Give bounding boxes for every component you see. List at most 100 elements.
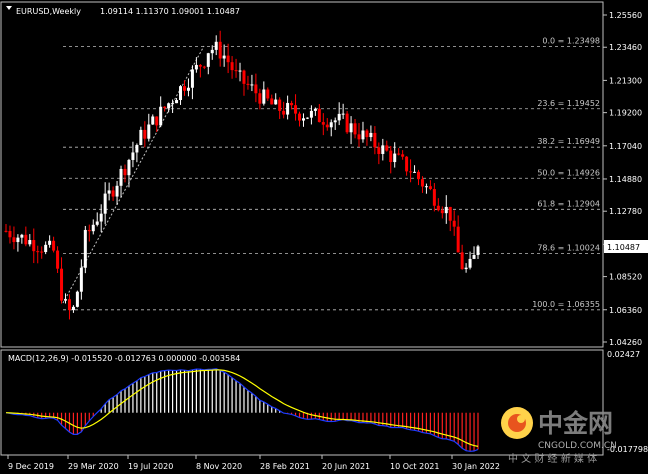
candle-body [294, 105, 298, 114]
price-tick-label: 1.25560 [609, 11, 642, 20]
candle-body [440, 210, 444, 214]
candle-body [56, 250, 60, 269]
candle-body [198, 64, 202, 67]
candle-body [341, 113, 345, 115]
price-tick-label: 1.12780 [609, 207, 642, 216]
price-tick-label: 1.08520 [609, 273, 642, 282]
candle-body [218, 41, 222, 59]
main-chart-frame [0, 1, 604, 348]
candle-body [242, 70, 246, 84]
candle-body [202, 66, 206, 68]
candle-body [107, 190, 111, 194]
candle-body [99, 213, 103, 222]
candle-body [63, 299, 67, 301]
candle-body [456, 226, 460, 253]
candle-body [385, 145, 389, 151]
fib-level-label: 50.0 = 1.14926 [537, 168, 600, 177]
candle-body [28, 240, 32, 245]
candle-body [147, 124, 151, 139]
candle-body [405, 156, 409, 172]
time-tick-label: 30 Jan 2022 [452, 462, 500, 471]
candle-body [32, 240, 36, 252]
candle-body [87, 229, 91, 232]
candle-body [131, 152, 135, 160]
candle-body [397, 153, 401, 155]
macd-main-line [5, 368, 479, 452]
candle-body [317, 108, 321, 123]
candle-body [321, 122, 325, 125]
candle-body [95, 221, 99, 225]
macd-label: MACD(12,26,9) -0.015520 -0.012763 0.0000… [8, 354, 240, 363]
fib-level-label: 78.6 = 1.10024 [537, 244, 600, 253]
candle-body [417, 171, 421, 180]
fibonacci-retracement[interactable]: 0.0 = 1.23498 23.6 = 1.19452 38.2 = 1.1694… [63, 37, 602, 311]
candle-body [226, 55, 230, 63]
candle-body [52, 240, 56, 251]
candle-body [262, 89, 266, 104]
candle-body [83, 229, 87, 268]
candle-body [409, 171, 413, 173]
candle-body [381, 145, 385, 154]
candle-body [67, 299, 71, 311]
time-tick-label: 29 Mar 2020 [68, 462, 119, 471]
current-price-label: 1.10487 [607, 243, 640, 252]
candle-body [214, 41, 218, 50]
price-tick-label: 1.06360 [609, 306, 642, 315]
price-tick-label: 1.19200 [609, 109, 642, 118]
candle-body [250, 84, 254, 86]
candle-body [194, 64, 198, 70]
candle-body [424, 186, 428, 188]
candle-body [428, 186, 432, 190]
candle-body [361, 130, 365, 140]
candle-body [337, 113, 341, 121]
candle-body [238, 70, 242, 72]
candle-body [420, 179, 424, 187]
candle-body [234, 70, 238, 72]
candle-body [79, 267, 83, 292]
candle-body [266, 89, 270, 99]
fib-level-label: 0.0 = 1.23498 [542, 37, 600, 46]
candle-body [278, 99, 282, 111]
candle-body [246, 83, 250, 85]
candle-body [71, 306, 75, 311]
candle-body [309, 110, 313, 118]
candle-body [373, 132, 377, 148]
candle-body [365, 130, 369, 138]
candle-body [345, 113, 349, 133]
candle-body [298, 113, 302, 121]
fib-level-label: 38.2 = 1.16949 [537, 137, 600, 146]
macd-histogram [9, 368, 479, 452]
candle-body [4, 230, 8, 232]
candle-body [254, 84, 258, 94]
candle-body [182, 86, 186, 91]
candle-body [325, 124, 329, 128]
candle-body [401, 154, 405, 157]
candle-body [210, 49, 214, 54]
candle-body [179, 86, 183, 101]
price-tick-label: 1.21300 [609, 76, 642, 85]
watermark-site: CNGOLD.COM.CN [538, 441, 617, 451]
candle-body [444, 206, 448, 214]
candle-body [258, 93, 262, 104]
candle-body [171, 103, 175, 105]
candle-body [48, 240, 52, 245]
candle-body [155, 116, 159, 126]
time-tick-label: 20 Jun 2021 [322, 462, 370, 471]
candle-body [349, 123, 353, 133]
candle-body [119, 168, 123, 186]
time-tick-label: 9 Dec 2019 [8, 462, 54, 471]
candle-body [127, 159, 131, 176]
candle-body [143, 129, 147, 139]
candle-body [16, 237, 20, 243]
chart-canvas[interactable]: EURUSD,Weekly 1.09114 1.11370 1.09001 1.… [0, 0, 648, 474]
candle-body [139, 129, 143, 145]
dropdown-triangle-icon[interactable] [6, 6, 12, 10]
candle-body [151, 116, 155, 125]
candle-body [40, 251, 44, 253]
candle-body [377, 147, 381, 154]
candle-body [115, 185, 119, 197]
time-tick-label: 8 Nov 2020 [196, 462, 242, 471]
price-axis: 1.25560 1.23460 1.21300 1.19200 1.17040 1.148… [603, 11, 642, 347]
candle-body [135, 144, 139, 153]
candle-body [329, 122, 333, 128]
